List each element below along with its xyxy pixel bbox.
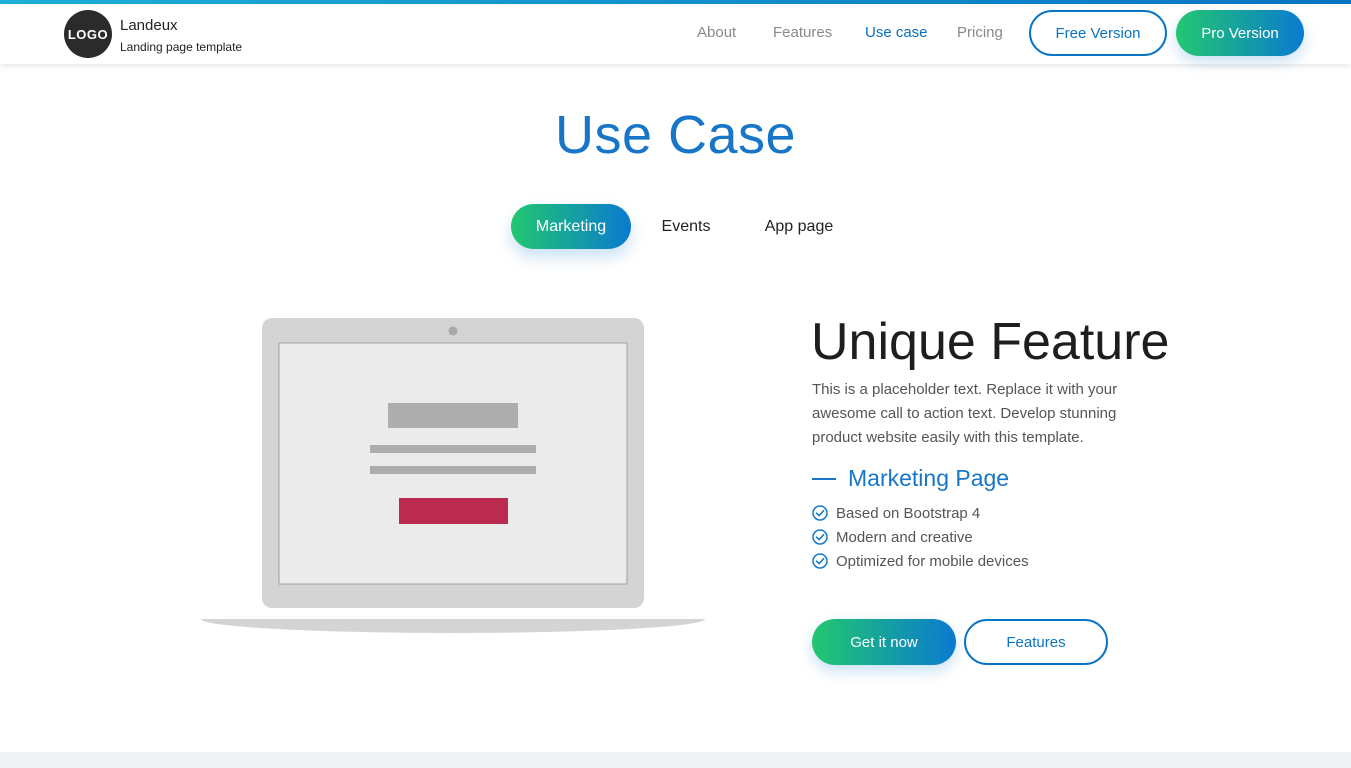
pro-version-button[interactable]: Pro Version [1176,10,1304,56]
check-circle-icon [812,505,828,521]
screen-text-line [370,445,536,453]
screen-text-line [370,466,536,474]
feature-bullet-list: Based on Bootstrap 4 Modern and creative… [812,501,1029,573]
features-button[interactable]: Features [964,619,1108,665]
marketing-page-subheading: Marketing Page [812,465,1009,492]
list-item: Modern and creative [812,525,1029,549]
laptop-screen [278,342,628,585]
list-item: Based on Bootstrap 4 [812,501,1029,525]
main-nav: About Features Use case Pricing Free Ver… [0,4,1351,64]
tab-app-page[interactable]: App page [748,204,850,249]
section-title: Use Case [554,105,797,165]
check-circle-icon [812,553,828,569]
bullet-text: Based on Bootstrap 4 [836,504,981,522]
list-item: Optimized for mobile devices [812,549,1029,573]
nav-use-case-link[interactable]: Use case [865,24,928,41]
bullet-text: Optimized for mobile devices [836,552,1029,570]
nav-features-link[interactable]: Features [773,24,832,41]
feature-description: This is a placeholder text. Replace it w… [812,381,1118,446]
get-it-now-button[interactable]: Get it now [812,619,956,665]
screen-heading-block [388,403,518,428]
screen-cta-block [399,498,508,524]
feature-title: Unique Feature [811,313,1170,371]
laptop-illustration [200,318,706,633]
check-circle-icon [812,529,828,545]
laptop-camera [448,326,458,336]
bullet-text: Modern and creative [836,528,973,546]
site-header: LOGO Landeux Landing page template About… [0,4,1351,64]
tab-marketing[interactable]: Marketing [511,204,631,249]
nav-about-link[interactable]: About [697,24,736,41]
subheading-label: Marketing Page [848,465,1010,491]
nav-pricing-link[interactable]: Pricing [957,24,1003,41]
tab-events[interactable]: Events [645,204,727,249]
footer-strip [0,752,1351,768]
free-version-button[interactable]: Free Version [1029,10,1167,56]
subheading-dash [812,477,836,480]
